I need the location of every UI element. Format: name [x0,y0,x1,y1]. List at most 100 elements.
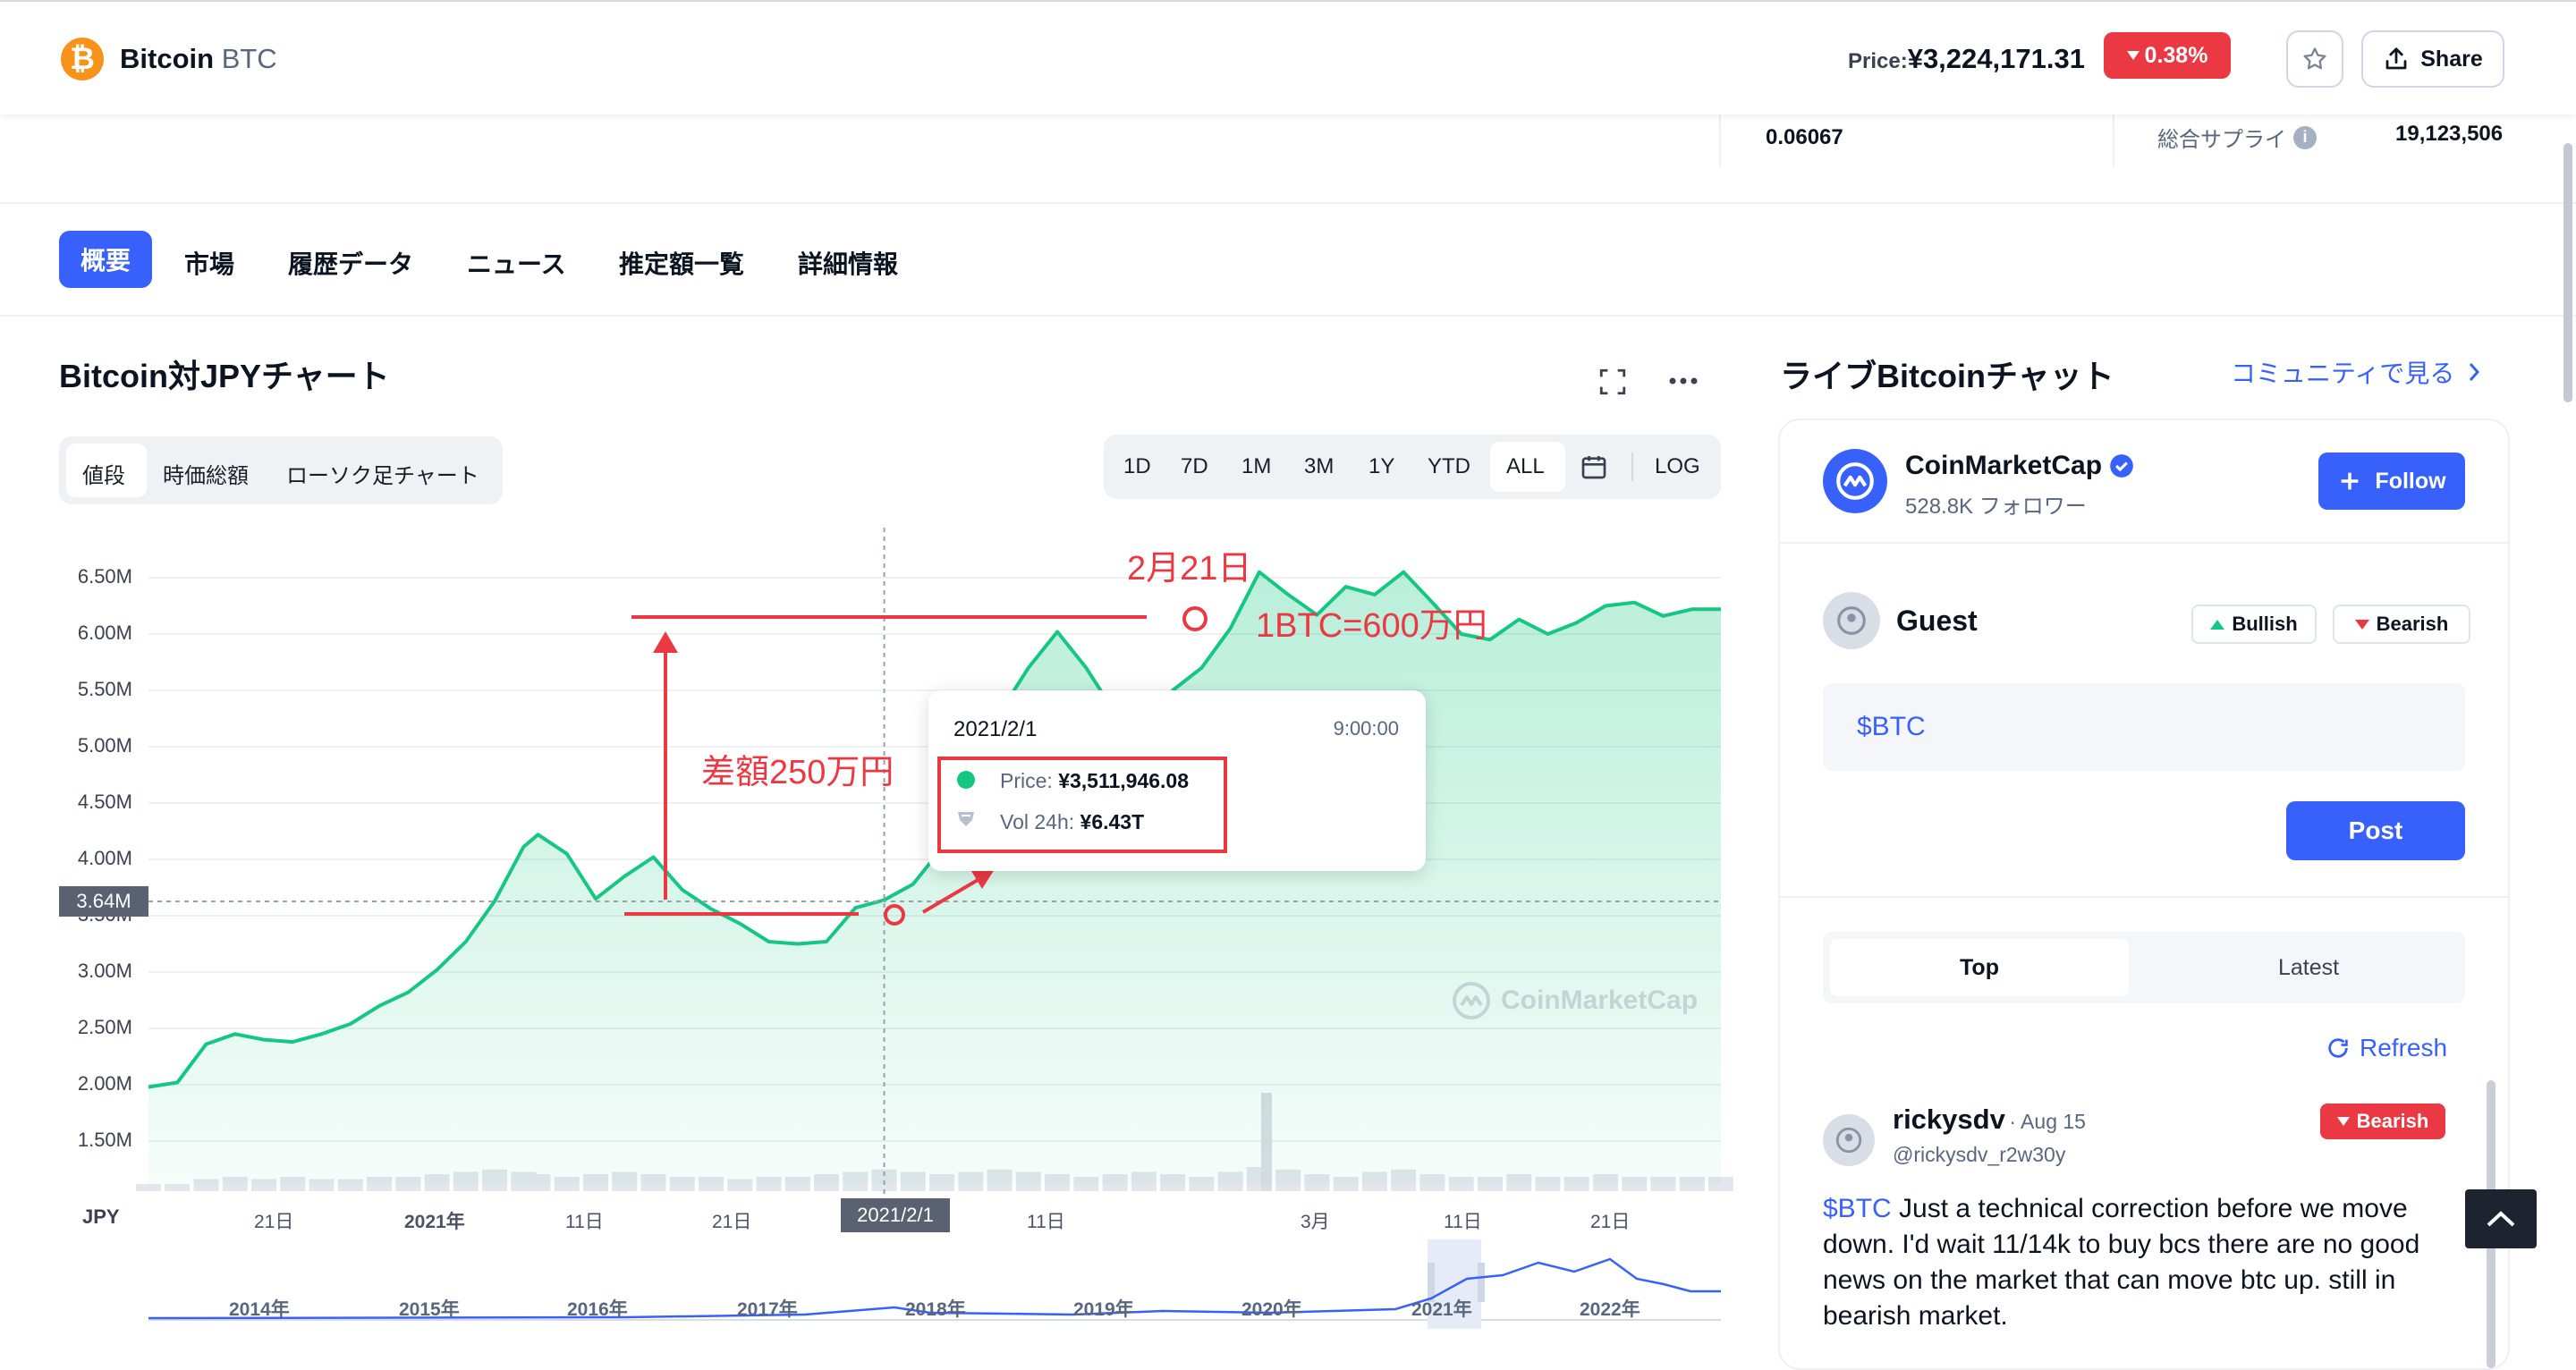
supply-stat: 総合サプライ i [2157,122,2317,153]
overview-year-label: 2014年 [229,1299,290,1320]
tab-label: 詳細情報 [798,250,899,278]
range-7d[interactable]: 7D [1181,454,1208,479]
post-avatar-icon[interactable] [1823,1114,1875,1166]
tab-details[interactable]: 詳細情報 [798,245,898,281]
y-tick-label: 4.00M [77,847,132,869]
post-sentiment-badge: Bearish [2320,1104,2445,1139]
mode-market-cap[interactable]: 時価総額 [163,458,249,489]
card-divider [1780,896,2508,898]
overview-year-label: 2022年 [1580,1299,1640,1320]
tooltip-date: 2021/2/1 [953,717,1038,741]
section-divider [0,315,2576,317]
range-1y[interactable]: 1Y [1368,454,1394,479]
post-date: · Aug 15 [2009,1110,2086,1133]
verified-badge-icon [2110,454,2133,478]
coinmarketcap-logo-icon [1453,982,1490,1019]
crosshair-y-label: 3.64M [59,886,148,917]
post-tag[interactable]: $BTC [1823,1194,1892,1223]
feed-tab-top[interactable]: Top [1830,939,2129,996]
price-display: Price:¥3,224,171.31 [1848,43,2085,75]
tab-label: 履歴データ [288,250,414,278]
more-options-icon[interactable] [1667,374,1699,388]
range-3m[interactable]: 3M [1304,454,1334,479]
mode-candlestick[interactable]: ローソク足チャート [286,458,479,489]
info-icon[interactable]: i [2293,125,2317,149]
share-button[interactable]: Share [2361,30,2504,88]
chat-card: CoinMarketCap 528.8K フォロワー Follow Guest … [1778,419,2510,1370]
user-icon [1835,1127,1862,1154]
account-name[interactable]: CoinMarketCap [1905,451,2134,481]
tab-markets[interactable]: 市場 [184,245,234,281]
post-input[interactable]: $BTC [1823,683,2465,771]
overview-handle-right [1478,1263,1485,1302]
chevron-up-icon [2487,1211,2515,1227]
tab-historical-data[interactable]: 履歴データ [288,245,413,281]
post-text: Just a technical correction before we mo… [1823,1194,2420,1331]
stat-value: 0.06067 [1766,125,1843,149]
tab-news[interactable]: ニュース [467,245,566,281]
chart-watermark: CoinMarketCap [1451,980,1698,1021]
follower-count: 528.8K フォロワー [1905,495,2087,519]
follow-button[interactable]: Follow [2318,452,2465,510]
stats-divider [1719,114,1721,166]
volume-bar [136,1183,161,1191]
page-scrollbar[interactable] [2563,143,2572,402]
currency-label: JPY [82,1205,120,1228]
bearish-button[interactable]: Bearish [2333,605,2470,644]
tab-label: 推定額一覧 [619,250,745,278]
mode-price[interactable]: 値段 [82,458,125,489]
price-area [148,571,1721,1184]
range-ytd[interactable]: YTD [1428,454,1470,479]
chevron-right-icon [2470,363,2480,381]
annotation-marker-peak [1182,606,1208,631]
y-tick-label: 2.00M [77,1072,132,1095]
share-icon [2385,47,2407,70]
feed-tab-label: Latest [2277,954,2340,980]
plus-icon [2342,472,2359,490]
feed-tab-latest[interactable]: Latest [2159,939,2458,996]
stats-divider [2113,114,2114,166]
tab-label: 概要 [80,247,131,275]
annotation-box [937,757,1227,853]
post-username[interactable]: rickysdv [1893,1104,2005,1135]
coin-symbol: BTC [221,43,277,74]
x-tick-label: 21日 [1590,1212,1631,1232]
refresh-button[interactable]: Refresh [2326,1034,2447,1062]
user-icon [1837,606,1866,635]
range-1d[interactable]: 1D [1123,454,1151,479]
tab-overview[interactable]: 概要 [59,231,152,288]
price-change-badge: 0.38% [2104,32,2231,79]
range-1m[interactable]: 1M [1241,454,1271,479]
logo-glyph: ₿ [70,41,95,76]
overview-year-label: 2015年 [399,1299,460,1320]
annotation-difference: 差額250万円 [701,754,894,791]
x-tick-label: 11日 [1444,1212,1482,1232]
x-tick-label: 2021年 [404,1212,465,1232]
refresh-label: Refresh [2360,1034,2448,1061]
community-link[interactable]: コミュニティで見る [2231,354,2481,390]
back-to-top-button[interactable] [2465,1189,2537,1248]
overview-year-label: 2016年 [567,1299,628,1320]
overview-year-label: 2021年 [1411,1299,1472,1320]
guest-avatar-icon [1823,592,1880,649]
calendar-icon[interactable] [1580,452,1608,481]
share-label: Share [2420,46,2483,72]
annotation-date: 2月21日 [1127,550,1252,588]
watchlist-star-button[interactable] [2286,30,2343,88]
range-divider [1631,452,1633,481]
bullish-arrow-icon [2210,619,2225,630]
tab-estimates[interactable]: 推定額一覧 [619,245,744,281]
log-toggle[interactable]: LOG [1655,454,1700,479]
fullscreen-icon[interactable] [1597,367,1628,397]
range-all[interactable]: ALL [1506,454,1545,479]
bullish-button[interactable]: Bullish [2191,605,2317,644]
post-body: $BTC Just a technical correction before … [1823,1191,2440,1334]
x-tick-label: 21日 [712,1212,752,1232]
post-button[interactable]: Post [2286,801,2465,860]
chart-tooltip: 2021/2/1 9:00:00 Price: ¥3,511,946.08 Vo… [928,690,1426,871]
account-name-text: CoinMarketCap [1905,451,2103,480]
coinmarketcap-avatar-icon[interactable] [1823,449,1887,513]
tab-label: 市場 [184,250,235,278]
y-tick-label: 5.50M [77,678,132,700]
supply-label: 総合サプライ [2157,128,2286,152]
